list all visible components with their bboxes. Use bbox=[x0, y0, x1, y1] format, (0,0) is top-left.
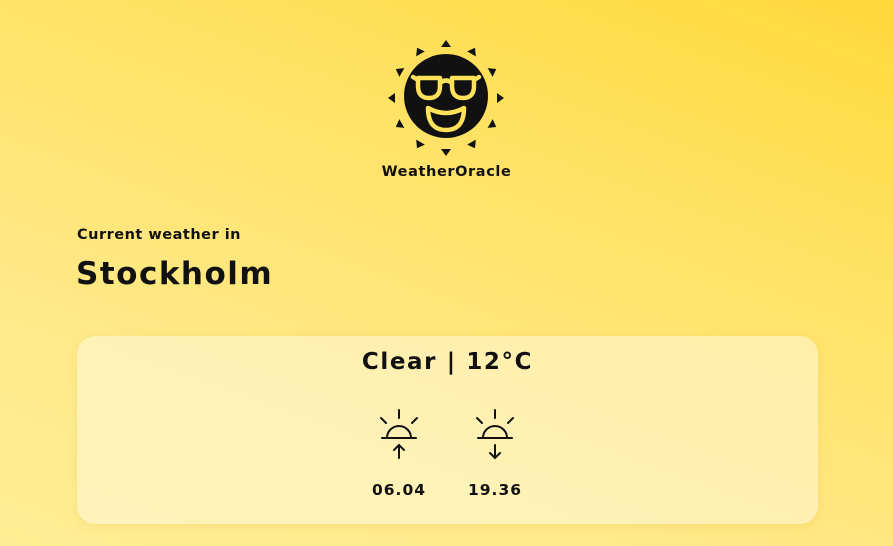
weather-summary: Clear | 12°C bbox=[361, 349, 534, 375]
weather-card: Clear | 12°C 06.04 19.36 bbox=[77, 336, 818, 524]
current-weather-label: Current weather in bbox=[77, 227, 241, 243]
city-name: Stockholm bbox=[76, 256, 274, 292]
sun-with-sunglasses-icon bbox=[388, 40, 504, 156]
app-name: WeatherOracle bbox=[381, 164, 512, 180]
sunset-icon bbox=[476, 409, 514, 460]
sunset-time: 19.36 bbox=[467, 481, 523, 499]
sunrise-icon bbox=[380, 409, 418, 459]
sunrise-time: 06.04 bbox=[371, 481, 427, 499]
